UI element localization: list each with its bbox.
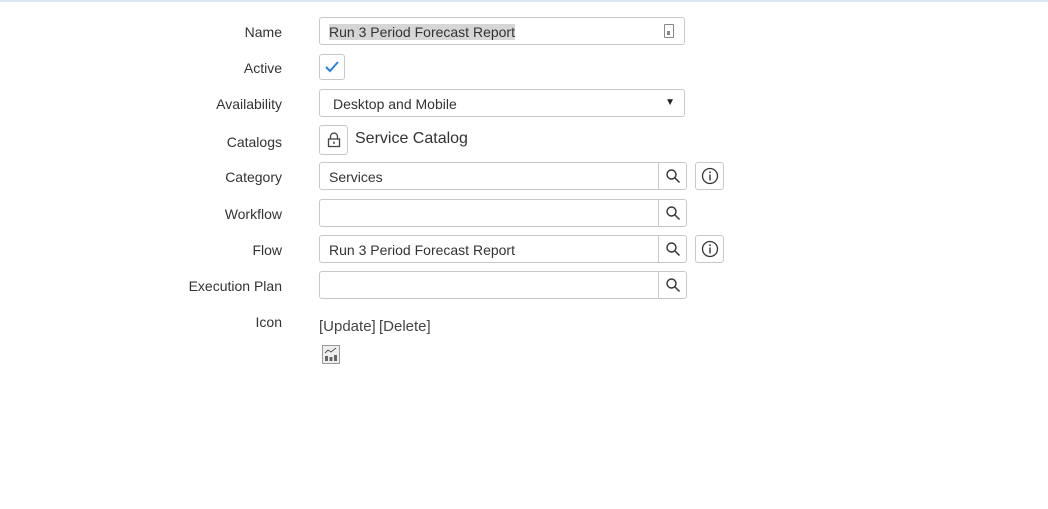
availability-select[interactable]: Desktop and Mobile ▼ bbox=[319, 89, 685, 117]
icon-label: Icon bbox=[255, 314, 282, 330]
flow-row: Flow Run 3 Period Forecast Report bbox=[0, 235, 1048, 265]
name-value: Run 3 Period Forecast Report bbox=[329, 24, 515, 40]
category-input[interactable]: Services bbox=[319, 162, 659, 190]
catalogs-row: Catalogs Service Catalog bbox=[0, 125, 1048, 155]
availability-row: Availability Desktop and Mobile ▼ bbox=[0, 89, 1048, 119]
catalogs-value: Service Catalog bbox=[355, 130, 468, 147]
category-row: Category Services bbox=[0, 162, 1048, 192]
lock-icon bbox=[327, 132, 340, 148]
search-icon bbox=[665, 278, 680, 293]
execution-plan-label: Execution Plan bbox=[188, 278, 282, 294]
search-icon bbox=[665, 169, 680, 184]
search-icon bbox=[665, 242, 680, 257]
active-row: Active bbox=[0, 54, 1048, 84]
availability-value: Desktop and Mobile bbox=[333, 96, 457, 112]
execution-plan-lookup-button[interactable] bbox=[658, 271, 687, 299]
name-input[interactable]: Run 3 Period Forecast Report bbox=[319, 17, 685, 45]
category-value: Services bbox=[329, 169, 383, 185]
flow-value: Run 3 Period Forecast Report bbox=[329, 242, 515, 258]
workflow-label: Workflow bbox=[224, 206, 282, 222]
name-label: Name bbox=[244, 24, 282, 40]
availability-label: Availability bbox=[216, 96, 282, 112]
active-checkbox[interactable] bbox=[319, 54, 345, 80]
icon-row: Icon [Update] [Delete] bbox=[0, 307, 1048, 377]
flow-lookup-button[interactable] bbox=[658, 235, 687, 263]
flow-input[interactable]: Run 3 Period Forecast Report bbox=[319, 235, 659, 263]
category-info-button[interactable] bbox=[695, 162, 724, 190]
execution-plan-row: Execution Plan bbox=[0, 271, 1048, 301]
translate-icon[interactable] bbox=[664, 24, 674, 38]
dropdown-arrow-icon: ▼ bbox=[665, 97, 675, 108]
execution-plan-input[interactable] bbox=[319, 271, 659, 299]
active-label: Active bbox=[243, 60, 282, 76]
category-label: Category bbox=[225, 169, 282, 185]
workflow-lookup-button[interactable] bbox=[658, 199, 687, 227]
report-chart-icon bbox=[322, 345, 340, 364]
workflow-input[interactable] bbox=[319, 199, 659, 227]
workflow-row: Workflow bbox=[0, 199, 1048, 229]
name-row: Name Run 3 Period Forecast Report bbox=[0, 17, 1048, 47]
flow-label: Flow bbox=[252, 242, 282, 258]
flow-info-button[interactable] bbox=[695, 235, 724, 263]
update-icon-link[interactable]: [Update] bbox=[319, 318, 376, 335]
delete-icon-link[interactable]: [Delete] bbox=[379, 318, 431, 335]
top-border bbox=[0, 0, 1048, 2]
info-icon bbox=[701, 167, 718, 185]
checkmark-icon bbox=[325, 61, 339, 73]
catalogs-label: Catalogs bbox=[226, 134, 282, 150]
unlock-catalogs-button[interactable] bbox=[319, 125, 348, 155]
category-lookup-button[interactable] bbox=[658, 162, 687, 190]
search-icon bbox=[665, 206, 680, 221]
info-icon bbox=[701, 240, 718, 258]
